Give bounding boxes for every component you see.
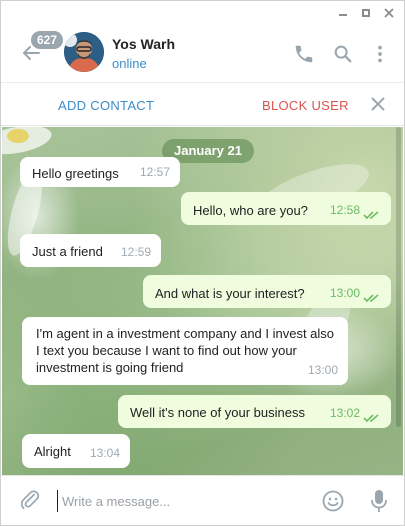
peer-name[interactable]: Yos Warh (112, 36, 175, 52)
search-icon[interactable] (332, 43, 354, 65)
message-text: Hello greetings (32, 166, 119, 181)
unread-count-badge: 627 (31, 31, 64, 49)
message-bubble-incoming[interactable]: Just a friend 12:59 (20, 234, 161, 267)
message-text: Well it's none of your business (130, 405, 305, 420)
message-bubble-incoming[interactable]: I'm agent in a investment company and I … (22, 317, 348, 385)
phone-icon[interactable] (293, 43, 315, 65)
read-ticks-icon (363, 290, 381, 303)
message-bubble-incoming[interactable]: Hello greetings 12:57 (20, 157, 180, 187)
message-text: I'm agent in a investment company and I … (36, 326, 335, 375)
message-text: Just a friend (32, 244, 103, 259)
maximize-window-button[interactable] (358, 5, 374, 21)
read-ticks-icon (363, 410, 381, 423)
message-bubble-outgoing[interactable]: And what is your interest? 13:00 (143, 275, 391, 308)
message-composer (1, 475, 404, 525)
chat-header: 627 Yos Warh online (1, 27, 404, 81)
background-flower-center (7, 129, 29, 143)
chat-scrollbar[interactable] (396, 127, 401, 427)
message-time: 13:04 (89, 446, 120, 460)
message-bubble-outgoing[interactable]: Well it's none of your business 13:02 (118, 395, 391, 428)
message-time: 12:57 (139, 165, 170, 179)
read-ticks-icon (363, 207, 381, 220)
minimize-window-button[interactable] (335, 5, 351, 21)
message-text: Alright (34, 444, 71, 459)
message-time: 13:00 (307, 363, 338, 377)
more-vertical-icon[interactable] (369, 43, 391, 65)
message-bubble-incoming[interactable]: Alright 13:04 (22, 434, 130, 468)
message-time: 12:59 (120, 245, 151, 259)
block-user-button[interactable]: BLOCK USER (262, 98, 349, 113)
emoji-icon[interactable] (321, 489, 345, 513)
message-list[interactable]: January 21 Hello greetings 12:57 Hello, … (2, 127, 403, 475)
paperclip-icon[interactable] (19, 488, 41, 512)
microphone-icon[interactable] (369, 488, 389, 514)
close-icon[interactable] (370, 96, 386, 112)
message-text: And what is your interest? (155, 286, 305, 301)
title-bar (1, 1, 404, 27)
message-time: 13:02 (329, 406, 360, 420)
peer-status: online (112, 56, 147, 71)
message-time: 13:00 (329, 286, 360, 300)
message-bubble-outgoing[interactable]: Hello, who are you? 12:58 (181, 192, 391, 225)
message-input[interactable] (57, 490, 307, 512)
message-time: 12:58 (329, 203, 360, 217)
avatar[interactable] (64, 32, 104, 72)
chat-window: 627 Yos Warh online ADD CONTACT BLOCK US… (0, 0, 405, 526)
contact-action-bar: ADD CONTACT BLOCK USER (1, 82, 404, 126)
add-contact-button[interactable]: ADD CONTACT (58, 98, 154, 113)
message-text: Hello, who are you? (193, 203, 308, 218)
close-window-button[interactable] (381, 5, 397, 21)
